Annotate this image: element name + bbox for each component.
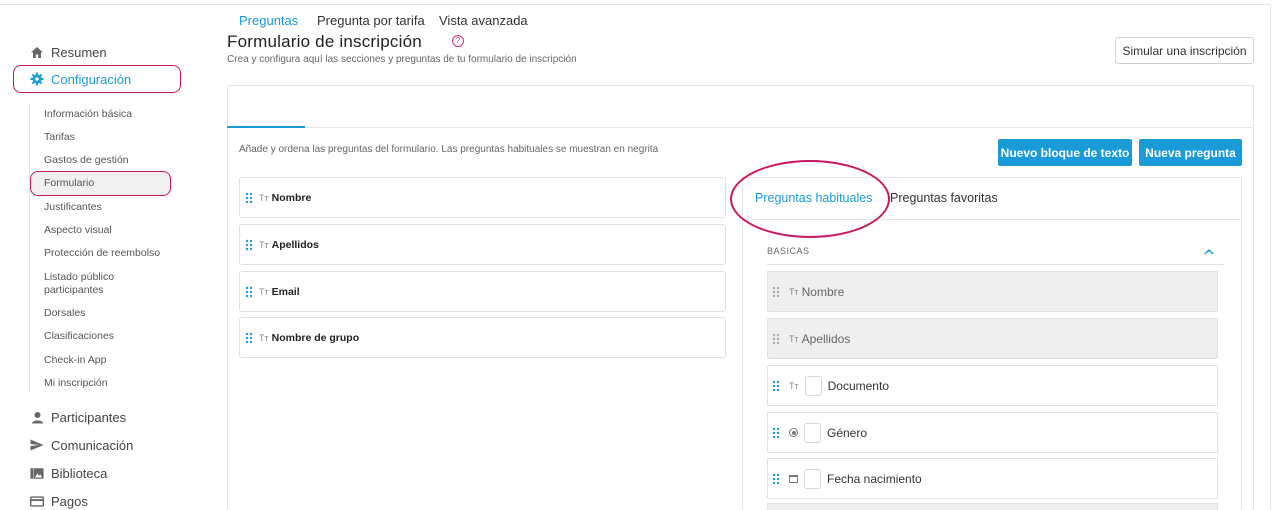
favorite-checkbox[interactable]: [804, 375, 822, 396]
tab-preguntas-favoritas[interactable]: Preguntas favoritas: [890, 191, 998, 205]
common-question-label: Documento: [827, 378, 889, 393]
nav-configuracion[interactable]: Configuración: [30, 67, 131, 91]
text-type-icon: Tт: [789, 286, 799, 297]
common-question-label: Apellidos: [801, 331, 851, 346]
simulate-registration-button[interactable]: Simular una inscripción: [1115, 37, 1254, 64]
section-title-basicas: BASICAS: [767, 246, 810, 256]
nav-biblioteca-label: Biblioteca: [51, 465, 108, 481]
text-type-icon: Tт: [259, 239, 269, 250]
calendar-type-icon: [789, 474, 798, 483]
common-question-label: Nombre: [801, 284, 845, 299]
favorite-checkbox[interactable]: [804, 468, 821, 489]
sub-item-listado-line1: Listado público: [44, 271, 115, 283]
drag-handle-icon: [772, 333, 780, 344]
drag-handle-icon: [772, 286, 780, 297]
question-card[interactable]: Tт Nombre: [239, 177, 726, 218]
common-question-label: Género: [827, 425, 868, 440]
common-question-item[interactable]: Género: [767, 412, 1218, 453]
question-card[interactable]: Tт Email: [239, 271, 726, 312]
preguntas-habituales-highlight-ring: [730, 160, 890, 238]
tab-pregunta-por-tarifa[interactable]: Pregunta por tarifa: [317, 13, 425, 28]
sub-item-listado-publico[interactable]: Listado público participantes: [44, 271, 114, 297]
question-card[interactable]: Tт Apellidos: [239, 224, 726, 265]
person-icon: [30, 410, 44, 424]
favorite-checkbox[interactable]: [804, 422, 821, 443]
gear-icon: [30, 72, 44, 86]
sub-item-formulario[interactable]: Formulario: [44, 177, 94, 190]
home-icon: [30, 45, 44, 59]
sub-item-clasificaciones[interactable]: Clasificaciones: [44, 330, 114, 343]
common-question-item: Tт Nombre: [767, 271, 1218, 312]
common-question-item[interactable]: Tт Documento: [767, 365, 1218, 406]
active-tab-underline: [227, 126, 305, 128]
section-divider: [767, 264, 1224, 265]
nav-pagos[interactable]: Pagos: [30, 489, 88, 510]
new-question-button[interactable]: Nueva pregunta: [1139, 139, 1242, 166]
right-border: [1270, 4, 1271, 510]
sub-item-listado-line2: participantes: [44, 284, 104, 296]
sub-item-justificantes[interactable]: Justificantes: [44, 201, 102, 214]
radio-type-icon: [789, 428, 798, 437]
nav-resumen-label: Resumen: [51, 44, 107, 60]
drag-handle-icon[interactable]: [772, 473, 780, 485]
sub-item-dorsales[interactable]: Dorsales: [44, 307, 85, 320]
nav-comunicacion[interactable]: Comunicación: [30, 433, 133, 457]
common-question-item: Tт Apellidos: [767, 318, 1218, 359]
new-text-block-button[interactable]: Nuevo bloque de texto: [998, 139, 1132, 166]
nav-pagos-label: Pagos: [51, 493, 88, 509]
sub-item-gastos-gestion[interactable]: Gastos de gestión: [44, 154, 129, 167]
page-title: Formulario de inscripción: [227, 32, 422, 51]
drag-handle-icon[interactable]: [245, 286, 253, 298]
sub-item-tarifas[interactable]: Tarifas: [44, 131, 75, 144]
text-type-icon: Tт: [259, 332, 269, 343]
drag-handle-icon[interactable]: [245, 192, 253, 204]
gallery-icon: [30, 466, 44, 480]
question-label: Email: [271, 285, 300, 298]
drag-handle-icon[interactable]: [245, 239, 253, 251]
drag-handle-icon[interactable]: [772, 380, 780, 392]
nav-participantes[interactable]: Participantes: [30, 405, 126, 429]
questions-hint: Añade y ordena las preguntas del formula…: [239, 144, 659, 155]
text-type-icon: Tт: [789, 333, 799, 344]
page-subtitle: Crea y configura aquí las secciones y pr…: [227, 54, 577, 65]
question-label: Apellidos: [271, 238, 319, 251]
main-tabs: [227, 85, 1254, 128]
question-card[interactable]: Tт Nombre de grupo: [239, 317, 726, 358]
card-icon: [30, 494, 44, 508]
drag-handle-icon[interactable]: [772, 427, 780, 439]
sidebar: Resumen Configuración Información básica…: [0, 0, 200, 510]
nav-resumen[interactable]: Resumen: [30, 40, 107, 64]
chevron-up-icon[interactable]: [1203, 247, 1215, 257]
help-icon[interactable]: ?: [452, 35, 464, 47]
subnav-guide-line: [29, 103, 30, 393]
tab-vista-avanzada[interactable]: Vista avanzada: [439, 13, 528, 28]
common-question-label: Fecha nacimiento: [827, 471, 922, 486]
sub-item-mi-inscripcion[interactable]: Mi inscripción: [44, 377, 108, 390]
sub-item-checkin-app[interactable]: Check-in App: [44, 354, 106, 367]
nav-comunicacion-label: Comunicación: [51, 437, 134, 453]
tab-preguntas[interactable]: Preguntas: [239, 13, 298, 28]
drag-handle-icon[interactable]: [245, 332, 253, 344]
send-icon: [30, 438, 44, 452]
common-question-item: [767, 503, 1218, 510]
nav-configuracion-label: Configuración: [51, 71, 132, 87]
text-type-icon: Tт: [259, 286, 269, 297]
nav-biblioteca[interactable]: Biblioteca: [30, 461, 107, 485]
text-type-icon: Tт: [789, 380, 799, 391]
question-label: Nombre de grupo: [271, 331, 360, 344]
question-label: Nombre: [271, 191, 312, 204]
text-type-icon: Tт: [259, 192, 269, 203]
sub-item-proteccion-reembolso[interactable]: Protección de reembolso: [44, 247, 160, 260]
nav-participantes-label: Participantes: [51, 409, 127, 425]
sub-item-informacion-basica[interactable]: Información básica: [44, 108, 132, 121]
sub-item-aspecto-visual[interactable]: Aspecto visual: [44, 224, 112, 237]
common-question-item[interactable]: Fecha nacimiento: [767, 458, 1218, 499]
